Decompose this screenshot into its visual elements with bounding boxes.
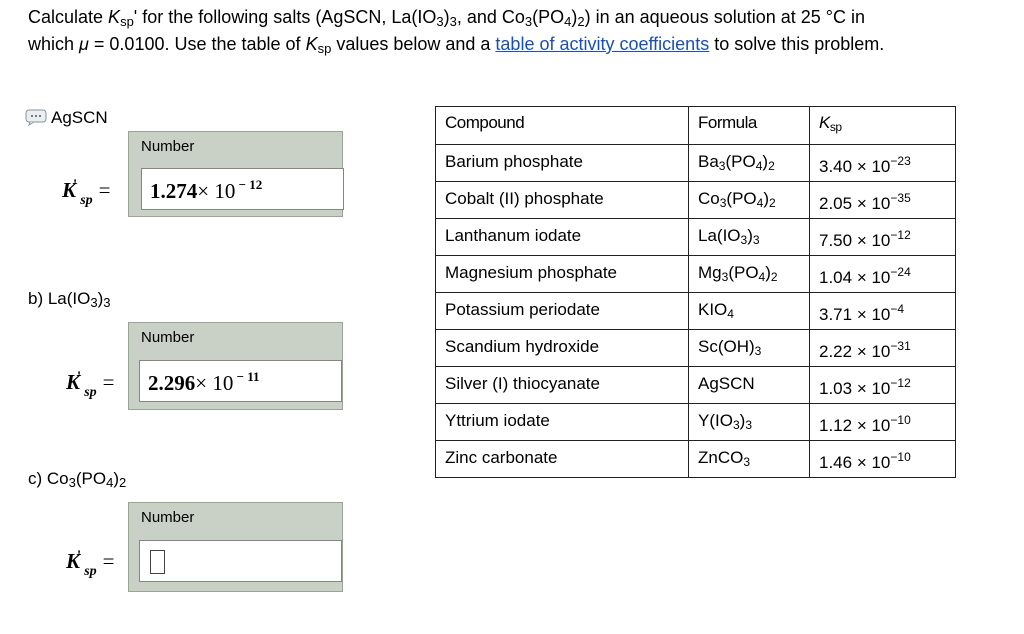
compound-cell: Scandium hydroxide	[435, 329, 689, 367]
table-row: Lanthanum iodate La(IO3)3 7.50 × 10−12	[435, 218, 956, 256]
activity-coefficients-link[interactable]: table of activity coefficients	[495, 34, 709, 54]
answer-input-c[interactable]	[139, 540, 342, 582]
answer-input-b[interactable]: 2.296× 10 − 11	[139, 360, 342, 402]
table-row: Zinc carbonate ZnCO3 1.46 × 10−10	[435, 440, 956, 478]
compound-cell: Potassium periodate	[435, 292, 689, 330]
ksp-cell: 1.46 × 10−10	[809, 440, 956, 478]
compound-cell: Lanthanum iodate	[435, 218, 689, 256]
answer-value-b: 2.296× 10 − 11	[148, 369, 260, 395]
ksp-cell: 2.22 × 10−31	[809, 329, 956, 367]
formula-cell: Y(IO3)3	[688, 403, 810, 441]
header-formula: Formula	[688, 106, 810, 145]
number-label: Number	[141, 329, 195, 346]
formula-cell: KIO4	[688, 292, 810, 330]
answer-input-a[interactable]: 1.274× 10 − 12	[141, 168, 344, 210]
compound-cell: Zinc carbonate	[435, 440, 689, 478]
part-a-label: AgSCN	[51, 108, 108, 127]
header-ksp: Ksp	[809, 106, 956, 145]
text-cursor-box	[150, 550, 165, 574]
compound-cell: Yttrium iodate	[435, 403, 689, 441]
answer-value-a: 1.274× 10 − 12	[150, 177, 263, 203]
ksp-cell: 3.71 × 10−4	[809, 292, 956, 330]
compound-cell: Barium phosphate	[435, 144, 689, 182]
answer-box-a: Number 1.274× 10 − 12	[128, 131, 344, 217]
table-row: Magnesium phosphate Mg3(PO4)2 1.04 × 10−24	[435, 255, 956, 293]
compound-cell: Cobalt (II) phosphate	[435, 181, 689, 219]
prompt-line-2: which μ = 0.0100. Use the table of Ksp v…	[28, 34, 885, 56]
ksp-cell: 1.03 × 10−12	[809, 366, 956, 404]
answer-box-b: Number 2.296× 10 − 11	[128, 322, 343, 410]
header-compound: Compound	[435, 106, 689, 145]
table-row: Cobalt (II) phosphate Co3(PO4)2 2.05 × 10−…	[435, 181, 956, 219]
table-header-row: Compound Formula Ksp	[435, 106, 956, 145]
comment-icon[interactable]	[25, 109, 47, 126]
ksp-cell: 7.50 × 10−12	[809, 218, 956, 256]
formula-cell: La(IO3)3	[688, 218, 810, 256]
formula-cell: Sc(OH)3	[688, 329, 810, 367]
k-prime-sp-label-a: K'sp =	[62, 177, 111, 208]
ksp-cell: 2.05 × 10−35	[809, 181, 956, 219]
k-prime-sp-label-b: K'sp =	[66, 369, 115, 400]
compound-cell: Magnesium phosphate	[435, 255, 689, 293]
ksp-cell: 1.04 × 10−24	[809, 255, 956, 293]
part-b-label: b) La(IO3)3	[28, 289, 111, 310]
answer-box-c: Number	[128, 502, 343, 592]
part-c-label: c) Co3(PO4)2	[28, 469, 127, 490]
table-row: Barium phosphate Ba3(PO4)2 3.40 × 10−23	[435, 144, 956, 182]
ksp-cell: 3.40 × 10−23	[809, 144, 956, 182]
number-label: Number	[141, 509, 195, 526]
ksp-table: Compound Formula Ksp Barium phosphate Ba3…	[435, 106, 956, 478]
table-row: Silver (I) thiocyanate AgSCN 1.03 × 10−12	[435, 366, 956, 404]
ksp-cell: 1.12 × 10−10	[809, 403, 956, 441]
problem-statement: Calculate Ksp' for the following salts (…	[28, 4, 1008, 58]
formula-cell: Mg3(PO4)2	[688, 255, 810, 293]
k-prime-sp-label-c: K'sp =	[66, 548, 115, 579]
table-row: Yttrium iodate Y(IO3)3 1.12 × 10−10	[435, 403, 956, 441]
prompt-line-1: Calculate Ksp' for the following salts (…	[28, 7, 865, 29]
formula-cell: Co3(PO4)2	[688, 181, 810, 219]
formula-cell: Ba3(PO4)2	[688, 144, 810, 182]
number-label: Number	[141, 138, 195, 155]
table-row: Scandium hydroxide Sc(OH)3 2.22 × 10−31	[435, 329, 956, 367]
compound-cell: Silver (I) thiocyanate	[435, 366, 689, 404]
formula-cell: ZnCO3	[688, 440, 810, 478]
table-row: Potassium periodate KIO4 3.71 × 10−4	[435, 292, 956, 330]
formula-cell: AgSCN	[688, 366, 810, 404]
